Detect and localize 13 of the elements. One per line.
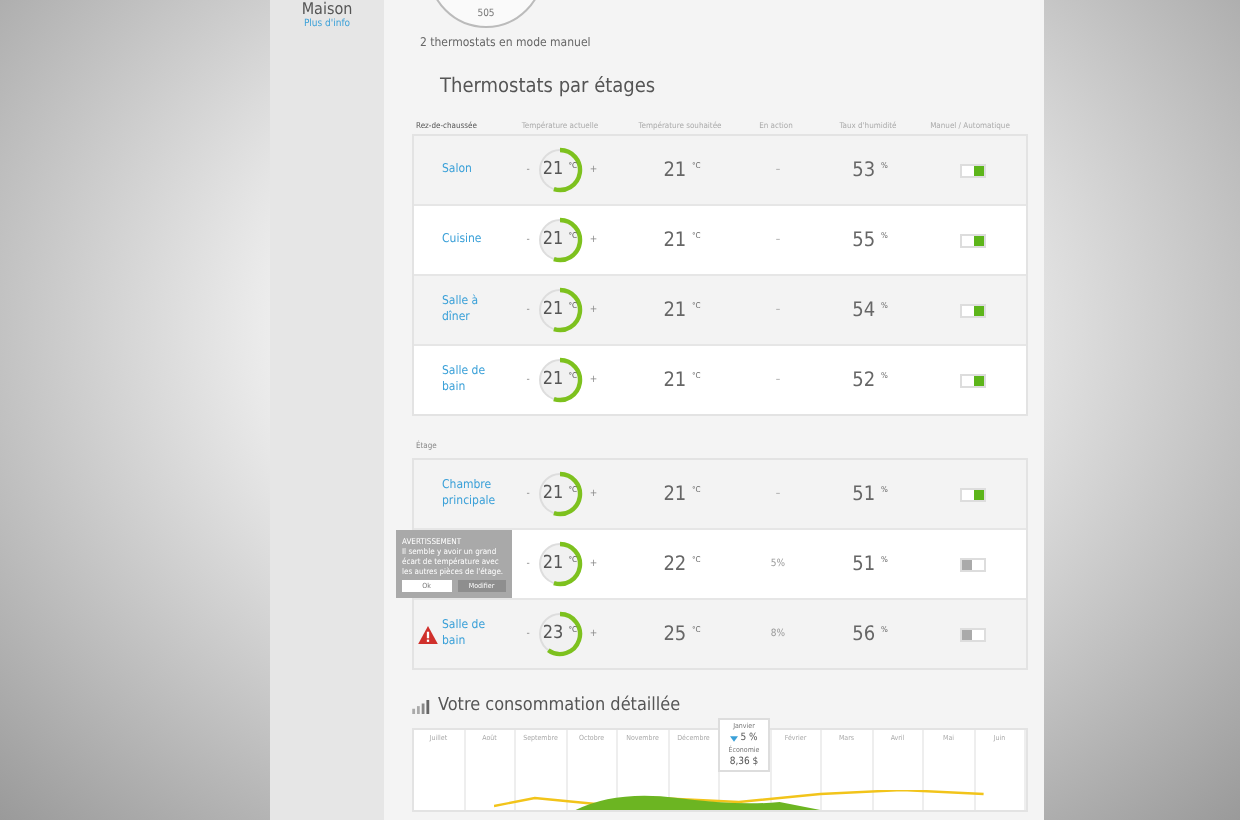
mode-toggle[interactable]	[959, 487, 985, 501]
section-title: Thermostats par étages	[440, 76, 658, 98]
mode-toggle[interactable]	[959, 627, 985, 641]
warning-icon[interactable]	[418, 625, 438, 643]
mode-toggle[interactable]	[959, 557, 985, 571]
mode-toggle[interactable]	[959, 303, 985, 317]
down-arrow-icon	[730, 735, 739, 741]
bar-chart-icon	[412, 699, 430, 713]
consumption-title: Votre consommation détaillée	[438, 696, 681, 716]
mode-toggle[interactable]	[959, 373, 985, 387]
sidebar-title: Maison	[301, 0, 353, 18]
mode-toggle[interactable]	[959, 163, 985, 177]
mode-toggle[interactable]	[959, 233, 985, 247]
